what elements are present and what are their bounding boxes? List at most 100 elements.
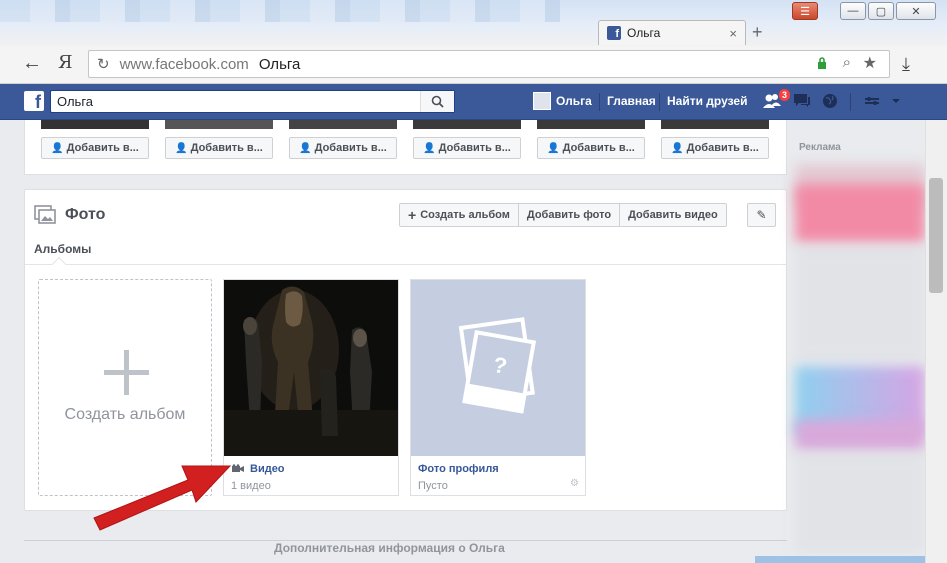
- video-album-cover[interactable]: [224, 280, 398, 456]
- add-photo-button[interactable]: Добавить фото: [519, 204, 621, 226]
- download-icon[interactable]: ⤓: [902, 54, 910, 75]
- address-bar[interactable]: ↻ www.facebook.com Ольга ⌕ ★: [88, 50, 890, 78]
- add-friend-button[interactable]: 👤 Добавить в...: [289, 137, 397, 159]
- tab-caret: [51, 256, 67, 272]
- friend-photo[interactable]: [537, 120, 645, 129]
- add-friend-button[interactable]: 👤 Добавить в...: [661, 137, 769, 159]
- album-count: Пусто: [418, 480, 448, 492]
- avatar[interactable]: [533, 92, 551, 110]
- ad-text[interactable]: [795, 250, 925, 360]
- yandex-button[interactable]: Я: [58, 52, 73, 73]
- friend-photo[interactable]: [289, 120, 397, 129]
- close-window-button[interactable]: ✕: [896, 2, 936, 20]
- add-friend-label: Добавить в...: [686, 142, 759, 154]
- back-arrow-icon[interactable]: ←: [22, 52, 42, 75]
- zoom-icon[interactable]: ⌕: [843, 54, 851, 71]
- new-tab-button[interactable]: +: [752, 22, 763, 43]
- create-album-button[interactable]: + Создать альбом: [400, 204, 519, 226]
- photos-action-buttons: + Создать альбом Добавить фото Добавить в…: [399, 203, 727, 227]
- facebook-favicon-icon: f: [607, 26, 621, 40]
- section-title: Фото: [65, 206, 106, 223]
- search-value: Ольга: [57, 94, 94, 109]
- url-page-title: Ольга: [258, 55, 301, 73]
- nav-divider: [599, 93, 600, 111]
- add-friend-icon: 👤: [175, 142, 188, 154]
- nav-find-friends-link[interactable]: Найти друзей: [667, 94, 747, 108]
- album-video[interactable]: Видео 1 видео: [223, 279, 399, 496]
- search-icon: [431, 95, 444, 108]
- photos-icon: [34, 205, 56, 224]
- add-friend-icon: 👤: [51, 142, 64, 154]
- nav-profile-link[interactable]: Ольга: [556, 94, 592, 108]
- ad-image[interactable]: [795, 184, 925, 242]
- add-friend-label: Добавить в...: [190, 142, 263, 154]
- add-friend-button[interactable]: 👤 Добавить в...: [41, 137, 149, 159]
- friend-photo[interactable]: [41, 120, 149, 129]
- add-friend-label: Добавить в...: [562, 142, 635, 154]
- create-album-label: Создать альбом: [420, 209, 510, 221]
- tab-albums[interactable]: Альбомы: [34, 242, 91, 256]
- add-video-button[interactable]: Добавить видео: [620, 204, 726, 226]
- minimize-icon: —: [847, 5, 859, 17]
- edit-button[interactable]: ✎: [747, 203, 776, 227]
- search-input[interactable]: Ольга: [50, 90, 455, 113]
- minimize-button[interactable]: —: [840, 2, 866, 20]
- maximize-icon: ▢: [875, 5, 887, 18]
- friend-photo[interactable]: [413, 120, 521, 129]
- search-button[interactable]: [420, 91, 454, 112]
- blurred-background: [0, 0, 560, 22]
- friend-photo[interactable]: [165, 120, 273, 129]
- notifications-globe-icon[interactable]: [820, 92, 840, 110]
- scrollbar-thumb[interactable]: [929, 178, 943, 293]
- ad-text[interactable]: [795, 456, 925, 556]
- nav-divider: [659, 93, 660, 111]
- browser-menu-button[interactable]: ☰: [792, 2, 818, 20]
- album-name[interactable]: Фото профиля: [418, 463, 499, 475]
- more-info-heading: Дополнительная информация о Ольга: [270, 541, 509, 555]
- lock-icon: [818, 57, 826, 69]
- add-friend-icon: 👤: [547, 142, 560, 154]
- friends-strip: 👤 Добавить в... 👤 Добавить в... 👤 Добавить …: [24, 120, 787, 175]
- reload-icon[interactable]: ↻: [97, 55, 110, 73]
- add-friend-label: Добавить в...: [314, 142, 387, 154]
- menu-icon: ☰: [800, 5, 810, 18]
- album-name-text: Видео: [250, 463, 285, 475]
- friend-requests-badge: 3: [778, 88, 792, 102]
- add-friend-label: Добавить в...: [66, 142, 139, 154]
- facebook-top-bar: f Ольга Ольга Главная Найти друзей: [0, 84, 947, 120]
- red-arrow-annotation: [93, 465, 232, 531]
- plus-icon: [104, 370, 149, 375]
- album-profile-photos[interactable]: ? Фото профиля Пусто ⚙: [410, 279, 586, 496]
- url-text: www.facebook.com: [119, 55, 249, 73]
- chat-bar-edge: [755, 556, 925, 563]
- empty-album-cover[interactable]: ?: [411, 280, 585, 456]
- messages-icon[interactable]: [792, 92, 812, 110]
- maximize-button[interactable]: ▢: [868, 2, 894, 20]
- ads-heading: Реклама: [799, 142, 841, 153]
- account-menu-chevron-down-icon[interactable]: [886, 92, 906, 110]
- gear-icon[interactable]: ⚙: [570, 478, 579, 489]
- add-friend-icon: 👤: [671, 142, 684, 154]
- add-friend-button[interactable]: 👤 Добавить в...: [165, 137, 273, 159]
- ad-image[interactable]: [795, 420, 925, 450]
- add-friend-button[interactable]: 👤 Добавить в...: [537, 137, 645, 159]
- address-bar-row: ← Я ↻ www.facebook.com Ольга ⌕ ★ ⤓: [0, 46, 947, 84]
- create-album-tile-label: Создать альбом: [64, 406, 186, 423]
- close-icon: ✕: [911, 5, 921, 18]
- tab-close-icon[interactable]: ×: [729, 26, 737, 41]
- friend-photo[interactable]: [661, 120, 769, 129]
- add-friend-icon: 👤: [423, 142, 436, 154]
- add-friend-icon: 👤: [299, 142, 312, 154]
- add-friend-button[interactable]: 👤 Добавить в...: [413, 137, 521, 159]
- plus-icon: +: [408, 207, 417, 223]
- add-friend-label: Добавить в...: [438, 142, 511, 154]
- tab-divider: [25, 264, 786, 265]
- nav-home-link[interactable]: Главная: [607, 94, 656, 108]
- browser-tab[interactable]: f Ольга ×: [598, 20, 746, 45]
- scrollbar[interactable]: [925, 120, 947, 563]
- bookmark-star-icon[interactable]: ★: [863, 53, 877, 73]
- right-column: Реклама: [795, 120, 925, 563]
- facebook-logo-icon[interactable]: f: [24, 91, 44, 111]
- tab-title: Ольга: [627, 26, 661, 40]
- privacy-shortcuts-icon[interactable]: [862, 92, 882, 110]
